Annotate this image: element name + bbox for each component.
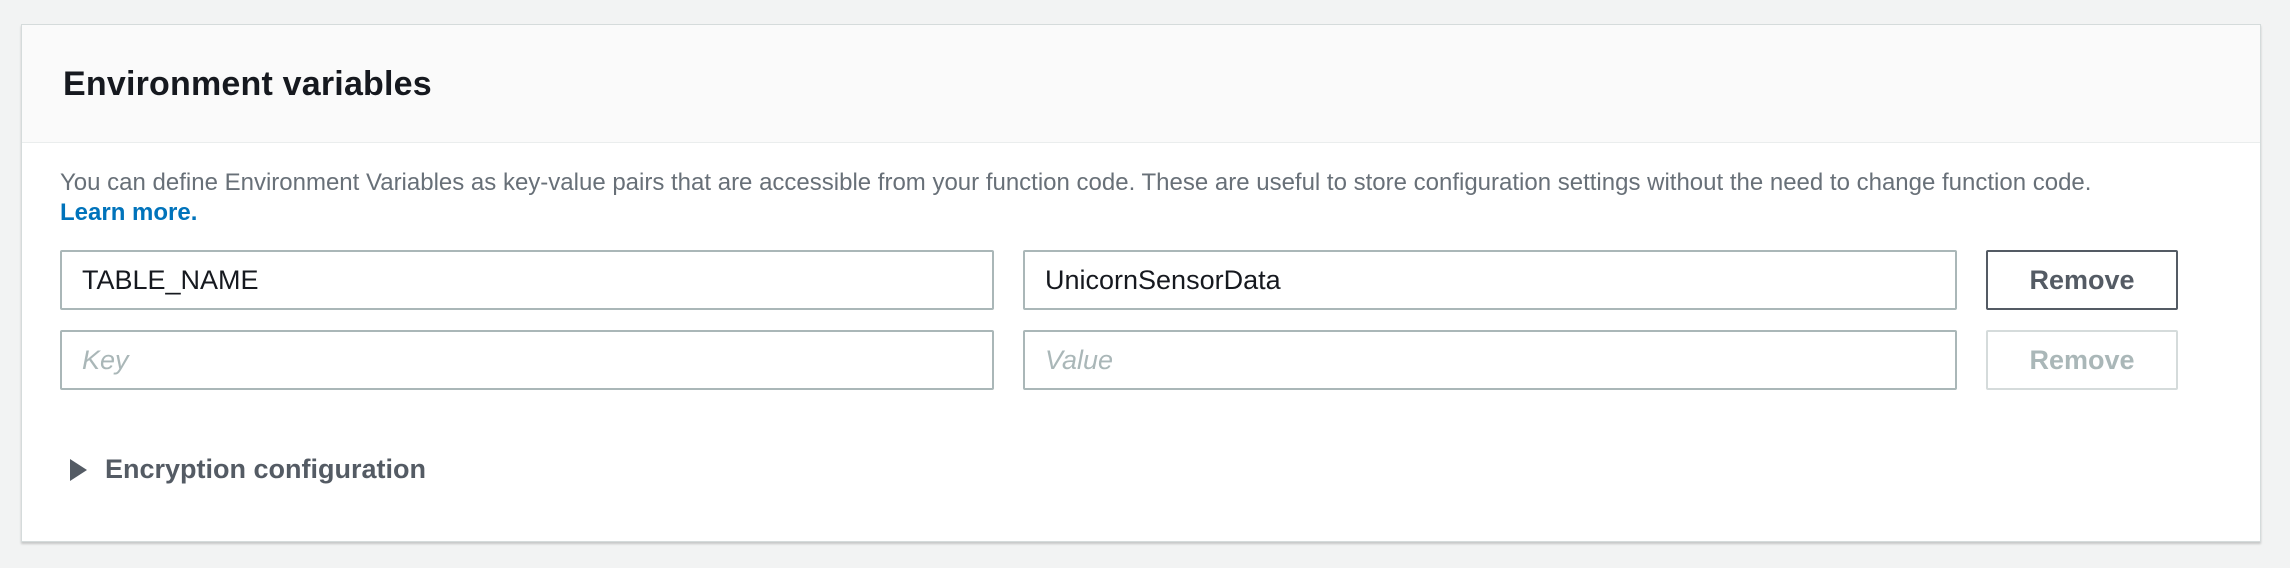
value-input[interactable]	[1023, 250, 1957, 310]
remove-button-disabled: Remove	[1986, 330, 2178, 390]
value-input-empty[interactable]	[1023, 330, 1957, 390]
remove-button[interactable]: Remove	[1986, 250, 2178, 310]
key-input[interactable]	[60, 250, 994, 310]
learn-more-link[interactable]: Learn more.	[60, 199, 197, 226]
encryption-configuration-toggle[interactable]: Encryption configuration	[70, 454, 426, 485]
description-text: You can define Environment Variables as …	[60, 169, 2092, 196]
panel-title: Environment variables	[63, 65, 432, 103]
description: You can define Environment Variables as …	[60, 168, 2180, 228]
encryption-configuration-label: Encryption configuration	[105, 454, 426, 484]
panel-header: Environment variables	[22, 25, 2260, 143]
key-input-empty[interactable]	[60, 330, 994, 390]
caret-right-icon	[70, 458, 87, 481]
